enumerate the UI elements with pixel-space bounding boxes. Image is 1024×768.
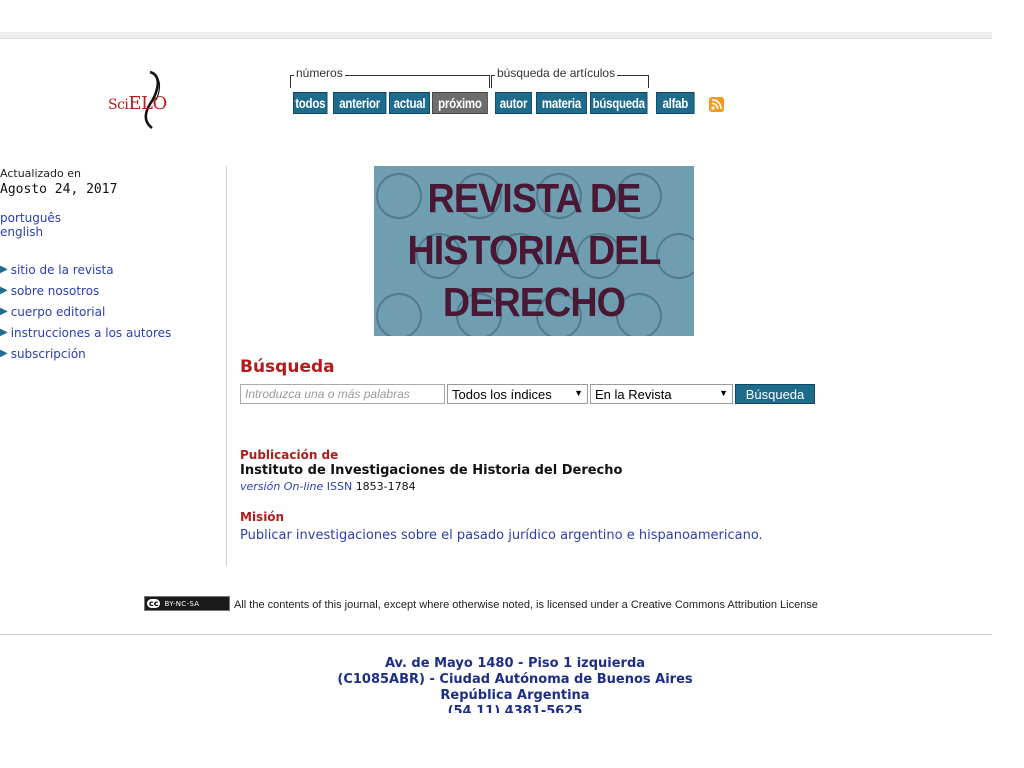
mission-text: Publicar investigaciones sobre el pasado… xyxy=(240,528,763,543)
index-select[interactable]: Todos los índices ▼ xyxy=(447,384,588,404)
sidebar-item-sobre-nosotros[interactable]: ▶ sobre nosotros xyxy=(0,280,225,301)
sidebar-item-label: subscripción xyxy=(10,346,86,361)
footer-line-2: (C1085ABR) - Ciudad Autónoma de Buenos A… xyxy=(337,672,693,687)
banner-title: REVISTA DE HISTORIA DEL DERECHO xyxy=(387,172,681,328)
scope-select-value: En la Revista xyxy=(595,386,672,402)
footer-divider xyxy=(0,634,992,635)
sidebar-menu: ▶ sitio de la revista ▶ sobre nosotros ▶ cu… xyxy=(0,259,225,364)
footer-line-4: (54 11) 4381-5625 xyxy=(447,704,583,713)
sidebar-item-subscripcion[interactable]: ▶ subscripción xyxy=(0,343,225,364)
footer-address: Av. de Mayo 1480 - Piso 1 izquierda (C10… xyxy=(280,656,750,713)
language-portugues-link[interactable]: português xyxy=(0,211,225,225)
logo-text-sci: Sci xyxy=(108,97,129,113)
banner-line-2: HISTORIA DEL xyxy=(407,227,661,273)
scope-select[interactable]: En la Revista ▼ xyxy=(590,384,733,404)
publication-issn: versión On-line ISSN 1853-1784 xyxy=(240,480,416,493)
arrow-right-icon: ▶ xyxy=(0,264,8,275)
sidebar-item-label: instrucciones a los autores xyxy=(10,325,172,340)
nav-actual-button[interactable]: actual xyxy=(389,92,430,114)
sidebar-divider xyxy=(226,166,227,566)
sidebar-item-label: cuerpo editorial xyxy=(10,304,106,319)
footer-line-1: Av. de Mayo 1480 - Piso 1 izquierda xyxy=(384,656,646,671)
issn-value: 1853-1784 xyxy=(355,480,416,493)
journal-banner-image: REVISTA DE HISTORIA DEL DERECHO xyxy=(374,166,694,336)
banner-line-3: DERECHO xyxy=(442,279,626,325)
sidebar-item-sitio[interactable]: ▶ sitio de la revista xyxy=(0,259,225,280)
arrow-right-icon: ▶ xyxy=(0,348,8,359)
nav-autor-button[interactable]: autor xyxy=(495,92,532,114)
issn-label: ISSN xyxy=(326,480,353,493)
nav-anterior-button[interactable]: anterior xyxy=(333,92,387,114)
footer-line-3: República Argentina xyxy=(440,688,590,703)
sidebar-item-instrucciones[interactable]: ▶ instrucciones a los autores xyxy=(0,322,225,343)
license-text: All the contents of this journal, except… xyxy=(234,599,818,611)
banner-line-1: REVISTA DE xyxy=(427,175,642,221)
cc-icon: cc xyxy=(147,599,161,608)
scielo-logo-text: SciELO xyxy=(108,93,167,114)
sidebar-item-label: sobre nosotros xyxy=(10,283,100,298)
dropdown-caret-icon: ▼ xyxy=(574,388,583,398)
language-english-link[interactable]: english xyxy=(0,225,225,239)
creative-commons-badge[interactable]: cc BY-NC-SA xyxy=(144,596,230,611)
arrow-right-icon: ▶ xyxy=(0,285,8,296)
updated-date: Agosto 24, 2017 xyxy=(0,182,118,197)
sidebar-item-label: sitio de la revista xyxy=(10,262,114,277)
nav-busqueda-button[interactable]: búsqueda xyxy=(590,92,648,114)
rss-icon[interactable] xyxy=(709,97,724,112)
search-title: Búsqueda xyxy=(240,357,335,377)
sidebar: Actualizado en Agosto 24, 2017 português… xyxy=(0,167,225,364)
index-select-value: Todos los índices xyxy=(452,386,552,402)
browser-top-strip xyxy=(0,32,992,39)
search-input[interactable]: Introduzca una o más palabras xyxy=(240,384,445,404)
nav-proximo-button[interactable]: próximo xyxy=(432,92,488,114)
arrow-right-icon: ▶ xyxy=(0,306,8,317)
cc-license-type: BY-NC-SA xyxy=(164,599,200,608)
publication-name: Instituto de Investigaciones de Historia… xyxy=(240,463,623,478)
dropdown-caret-icon: ▼ xyxy=(719,388,728,398)
arrow-right-icon: ▶ xyxy=(0,327,8,338)
nav-alfab-button[interactable]: alfab xyxy=(656,92,695,114)
numeros-group-label: números xyxy=(294,66,345,80)
nav-materia-button[interactable]: materia xyxy=(536,92,587,114)
busqueda-group-label: búsqueda de artículos xyxy=(495,66,618,80)
sidebar-item-cuerpo-editorial[interactable]: ▶ cuerpo editorial xyxy=(0,301,225,322)
search-button[interactable]: Búsqueda xyxy=(735,384,815,404)
scielo-logo[interactable]: SciELO xyxy=(100,68,190,129)
logo-text-elo: ELO xyxy=(128,93,167,114)
updated-label: Actualizado en xyxy=(0,167,81,180)
version-label: versión On-line xyxy=(240,480,324,493)
nav-todos-button[interactable]: todos xyxy=(293,92,328,114)
publication-label: Publicación de xyxy=(240,448,339,462)
mission-label: Misión xyxy=(240,510,285,524)
